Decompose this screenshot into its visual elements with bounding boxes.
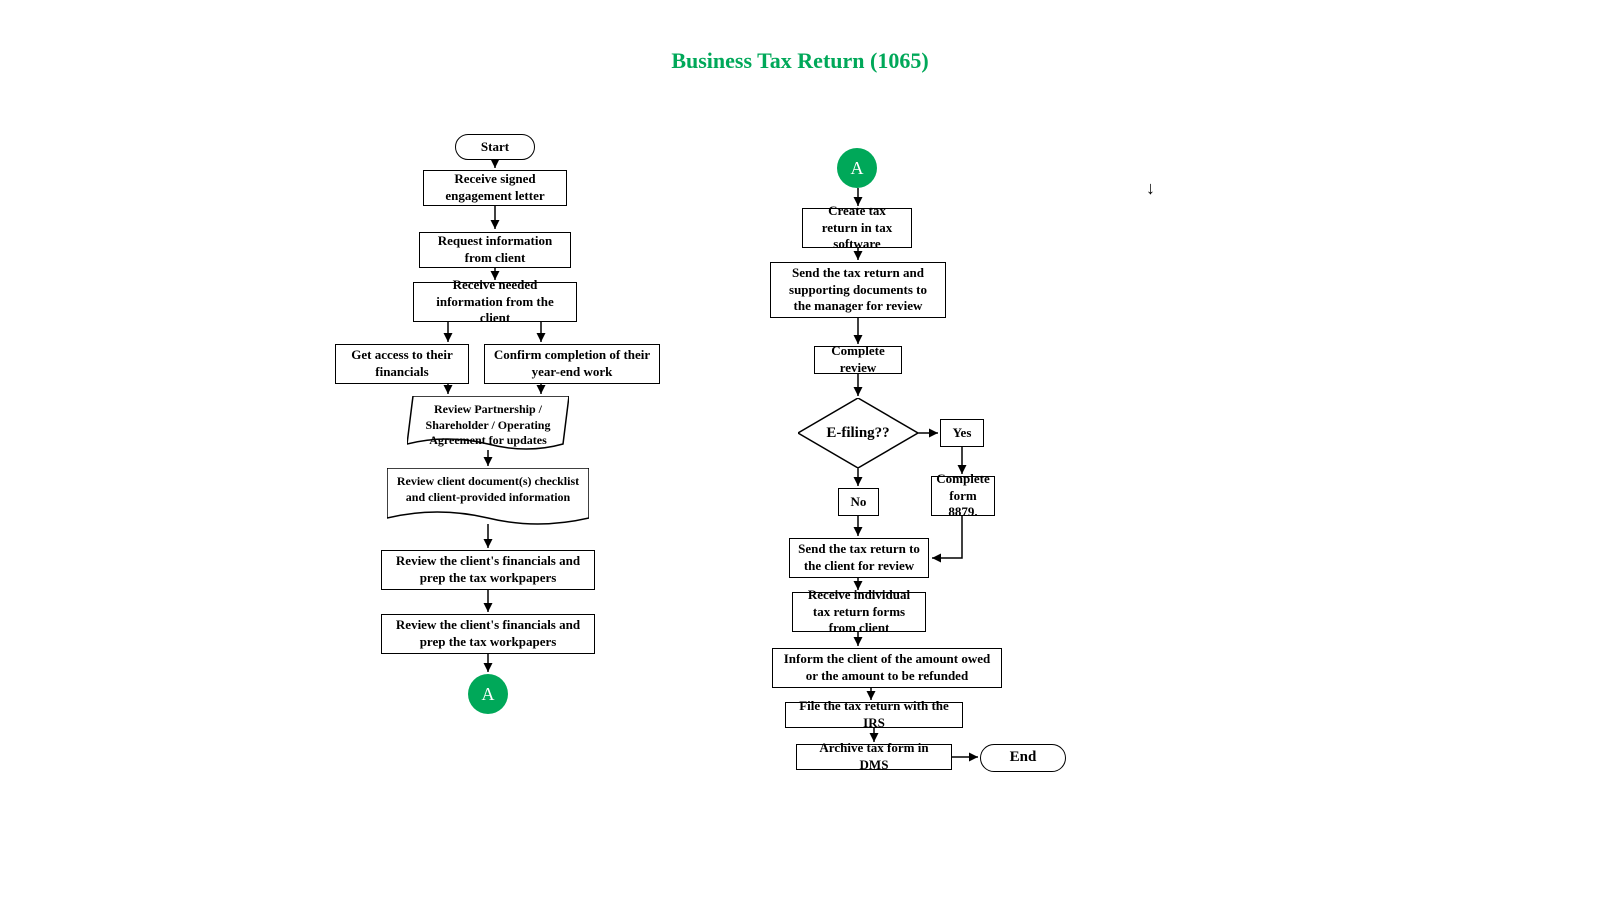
process-request-info: Request information from client [419, 232, 571, 268]
diagram-title: Business Tax Return (1065) [0, 48, 1600, 74]
decision-answer-no: No [838, 488, 879, 516]
decision-e-filing: E-filing?? [798, 398, 918, 468]
document-review-checklist: Review client document(s) checklist and … [387, 468, 589, 528]
process-complete-8879: Complete form 8879. [931, 476, 995, 516]
process-get-financials: Get access to their financials [335, 344, 469, 384]
down-arrow-icon: ↓ [1146, 178, 1155, 199]
process-review-financials-1: Review the client's financials and prep … [381, 550, 595, 590]
connector-a-out: A [468, 674, 508, 714]
connector-a-in: A [837, 148, 877, 188]
process-inform-client: Inform the client of the amount owed or … [772, 648, 1002, 688]
process-create-tax-return: Create tax return in tax software [802, 208, 912, 248]
process-receive-info: Receive needed information from the clie… [413, 282, 577, 322]
process-send-to-client: Send the tax return to the client for re… [789, 538, 929, 578]
process-send-to-manager: Send the tax return and supporting docum… [770, 262, 946, 318]
start-terminal: Start [455, 134, 535, 160]
process-receive-forms: Receive individual tax return forms from… [792, 592, 926, 632]
document-review-agreement: Review Partnership / Shareholder / Opera… [407, 396, 569, 452]
process-file-irs: File the tax return with the IRS [785, 702, 963, 728]
end-terminal: End [980, 744, 1066, 772]
process-archive-dms: Archive tax form in DMS [796, 744, 952, 770]
process-receive-engagement-letter: Receive signed engagement letter [423, 170, 567, 206]
process-complete-review: Complete review [814, 346, 902, 374]
decision-answer-yes: Yes [940, 419, 984, 447]
process-review-financials-2: Review the client's financials and prep … [381, 614, 595, 654]
process-confirm-yearend: Confirm completion of their year-end wor… [484, 344, 660, 384]
